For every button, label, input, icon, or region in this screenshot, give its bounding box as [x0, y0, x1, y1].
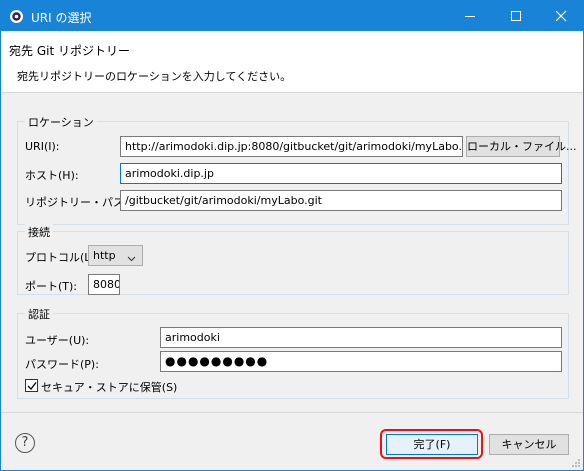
protocol-value: http	[93, 249, 116, 262]
secure-store-checkbox[interactable]	[25, 379, 38, 392]
window-title: URI の選択	[31, 11, 92, 25]
help-icon[interactable]: ?	[15, 433, 35, 453]
host-label: ホスト(H):	[25, 169, 79, 182]
checkmark-icon	[27, 382, 37, 390]
repo-path-field[interactable]: /gitbucket/git/arimodoki/myLabo.git	[120, 190, 562, 211]
connection-group-label: 接続	[25, 224, 53, 240]
close-icon	[555, 10, 567, 22]
page-description: 宛先リポジトリーのロケーションを入力してください。	[17, 70, 292, 83]
uri-field[interactable]: http://arimodoki.dip.jp:8080/gitbucket/g…	[120, 136, 463, 157]
secure-store-label[interactable]: セキュア・ストアに保管(S)	[41, 379, 177, 395]
resize-grip-icon[interactable]	[571, 458, 581, 468]
port-field[interactable]: 8080	[88, 274, 120, 295]
title-bar[interactable]: URI の選択	[1, 1, 583, 31]
minimize-icon	[465, 16, 475, 17]
location-group-label: ロケーション	[25, 114, 97, 130]
close-button[interactable]	[538, 1, 583, 31]
footer-separator	[1, 412, 583, 413]
uri-label: URI(I):	[25, 140, 60, 153]
host-field[interactable]: arimodoki.dip.jp	[120, 163, 562, 184]
local-file-button[interactable]: ローカル・ファイル...	[466, 136, 577, 157]
authentication-group-label: 認証	[25, 306, 53, 322]
maximize-button[interactable]	[493, 1, 539, 31]
chevron-down-icon	[127, 252, 136, 265]
cancel-button[interactable]: キャンセル	[489, 434, 569, 455]
wizard-banner: 宛先 Git リポジトリー 宛先リポジトリーのロケーションを入力してください。	[1, 31, 583, 93]
minimize-button[interactable]	[447, 1, 493, 31]
protocol-select[interactable]: http	[88, 245, 143, 266]
uri-selection-dialog: URI の選択 宛先 Git リポジトリー 宛先リポジトリーのロケーションを入力…	[0, 0, 584, 471]
password-label: パスワード(P):	[25, 358, 99, 371]
port-label: ポート(T):	[25, 280, 78, 293]
eclipse-gear-icon	[9, 9, 24, 24]
password-field[interactable]: ●●●●●●●●●	[160, 351, 562, 372]
finish-button[interactable]: 完了(F)	[386, 434, 478, 455]
user-label: ユーザー(U):	[25, 334, 90, 347]
page-title: 宛先 Git リポジトリー	[9, 44, 130, 58]
user-field[interactable]: arimodoki	[160, 327, 562, 348]
maximize-icon	[511, 11, 521, 21]
